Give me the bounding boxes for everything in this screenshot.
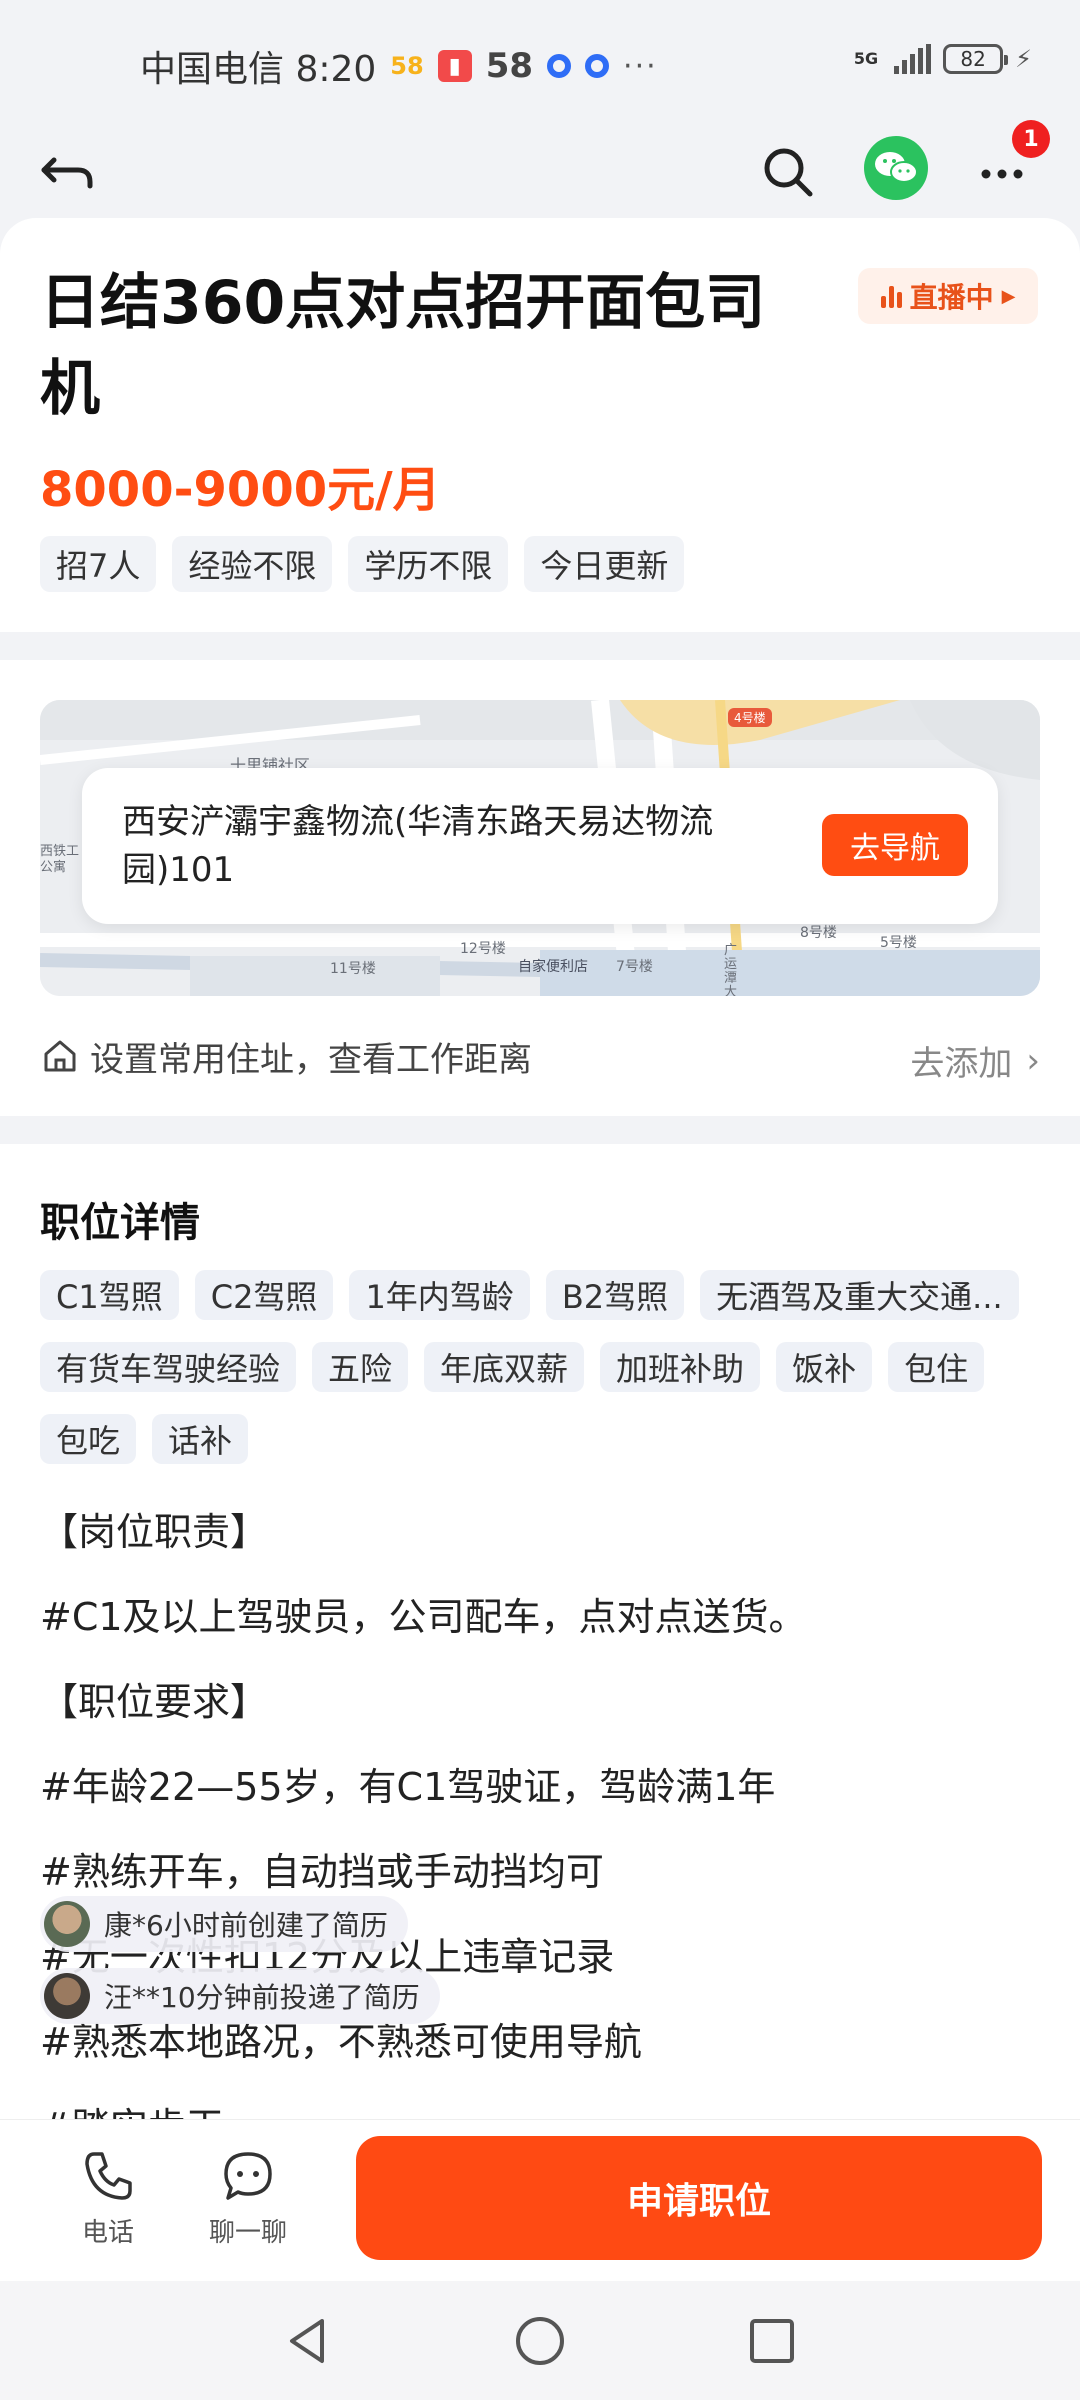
system-recents-icon[interactable] — [742, 2311, 802, 2371]
section-title: 职位详情 — [40, 1200, 200, 1246]
map-label: 5号楼 — [880, 935, 917, 951]
requirement-tag: C1驾照 — [40, 1270, 179, 1320]
system-home-icon[interactable] — [510, 2311, 570, 2371]
call-label: 电话 — [81, 2218, 134, 2248]
network-label: 5G — [853, 49, 879, 68]
map-label: 11号楼 — [330, 961, 376, 977]
chevron-right-icon: › — [1026, 1040, 1040, 1081]
map-label: 自家便利店 — [518, 959, 588, 975]
battery-level: 82 — [960, 47, 986, 71]
bottom-action-bar: 电话 聊一聊 申请职位 — [0, 2119, 1080, 2281]
home-prompt: 设置常用住址，查看工作距离 — [90, 1039, 532, 1080]
apply-button[interactable]: 申请职位 — [356, 2136, 1042, 2260]
requirement-tag: 加班补助 — [600, 1342, 761, 1392]
chat-label: 聊一聊 — [208, 2218, 287, 2248]
job-details-card: 职位详情 C1驾照 C2驾照 1年内驾龄 B2驾照 无酒驾及重大交通... 有货… — [0, 1144, 1080, 2119]
set-home-row[interactable]: 设置常用住址，查看工作距离 去添加 › — [40, 1026, 1040, 1086]
requirement-tag: C2驾照 — [194, 1270, 334, 1320]
requirement-tag: 包吃 — [40, 1414, 137, 1464]
more-dots-icon: ··· — [623, 48, 658, 84]
home-icon — [44, 1040, 76, 1072]
charging-icon: ⚡ — [1015, 45, 1032, 73]
requirement-tag: 话补 — [152, 1414, 249, 1464]
description-line: 【岗位职责】 — [40, 1510, 269, 1554]
book-app-icon: ▮ — [437, 50, 472, 82]
wechat-icon[interactable] — [864, 136, 928, 200]
description-line: #年龄22—55岁，有C1驾驶证，驾龄满1年 — [40, 1765, 776, 1809]
address-panel: 西安浐灞宇鑫物流(华清东路天易达物流园)101 去导航 — [82, 768, 998, 924]
job-tags: 招7人 经验不限 学历不限 今日更新 — [40, 536, 685, 592]
live-label: 直播中 — [909, 281, 994, 314]
chat-button[interactable]: 聊一聊 — [188, 2146, 308, 2249]
activity-notification: 康*6小时前创建了简历 — [40, 1896, 408, 1952]
system-back-icon[interactable] — [278, 2311, 338, 2371]
search-icon[interactable] — [756, 140, 820, 204]
top-nav: 1 — [0, 120, 1080, 218]
requirement-tag: B2驾照 — [545, 1270, 685, 1320]
status-bar: 中国电信 8:20 58 ▮ 58 ··· 5G 82 ⚡ — [0, 0, 1080, 128]
58-icon: 58 — [485, 46, 534, 86]
navigate-button[interactable]: 去导航 — [822, 814, 968, 876]
job-tag: 今日更新 — [524, 536, 685, 592]
description-line: #C1及以上驾驶员，公司配车，点对点送货。 — [40, 1595, 807, 1639]
job-tag: 经验不限 — [172, 536, 333, 592]
avatar — [44, 1973, 90, 2019]
job-tag: 学历不限 — [348, 536, 509, 592]
signal-icon — [894, 44, 932, 74]
map-label: 12号楼 — [460, 941, 506, 957]
description-line: #踏实肯干 — [40, 2085, 1040, 2119]
requirement-tag: 饭补 — [776, 1342, 873, 1392]
live-button[interactable]: 直播中 ▶ — [858, 268, 1038, 324]
map-label: 7号楼 — [616, 959, 653, 975]
description-line: 【职位要求】 — [40, 1680, 269, 1724]
location-card: 十里铺社区 4号楼 西铁工公寓 11号楼 12号楼 自家便利店 7号楼 广运潭大… — [0, 660, 1080, 1116]
carrier-time: 中国电信 8:20 — [140, 49, 377, 90]
notification-badge: 1 — [1012, 120, 1050, 158]
add-home-link[interactable]: 去添加 › — [910, 1036, 1040, 1085]
notification-text: 康*6小时前创建了简历 — [104, 1909, 388, 1942]
map-label: 4号楼 — [728, 708, 772, 727]
call-button[interactable]: 电话 — [48, 2146, 168, 2249]
map-label: 西铁工公寓 — [40, 844, 80, 875]
live-bars-icon — [880, 284, 902, 308]
add-label: 去添加 — [910, 1044, 1013, 1084]
58-app-icon: 58 — [390, 52, 424, 80]
requirement-tag: 年底双薪 — [424, 1342, 585, 1392]
job-title: 日结360点对点招开面包司机 — [40, 268, 766, 424]
avatar — [44, 1901, 90, 1947]
requirement-tag: 五险 — [312, 1342, 409, 1392]
system-nav-bar — [0, 2281, 1080, 2400]
salary: 8000-9000元/月 — [40, 462, 441, 518]
requirement-tags: C1驾照 C2驾照 1年内驾龄 B2驾照 无酒驾及重大交通... 有货车驾驶经验… — [40, 1270, 1050, 1464]
requirement-tag: 无酒驾及重大交通... — [700, 1270, 1019, 1320]
job-tag: 招7人 — [40, 536, 157, 592]
status-left: 中国电信 8:20 58 ▮ 58 ··· — [140, 40, 658, 92]
chat-icon — [224, 2152, 272, 2200]
chevron-right-icon: ▶ — [1001, 285, 1016, 307]
activity-notification: 汪**10分钟前投递了简历 — [40, 1968, 440, 2024]
map-label: 广运潭大道 — [724, 943, 738, 997]
phone-icon — [85, 2152, 132, 2200]
map[interactable]: 十里铺社区 4号楼 西铁工公寓 11号楼 12号楼 自家便利店 7号楼 广运潭大… — [40, 700, 1040, 996]
blue-circle-icon — [547, 54, 572, 78]
requirement-tag: 1年内驾龄 — [349, 1270, 530, 1320]
requirement-tag: 包住 — [888, 1342, 985, 1392]
blue-circle-icon — [585, 54, 610, 78]
notification-text: 汪**10分钟前投递了简历 — [104, 1981, 420, 2014]
requirement-tag: 有货车驾驶经验 — [40, 1342, 297, 1392]
map-label: 8号楼 — [800, 925, 837, 941]
battery-icon: 82 — [943, 44, 1009, 74]
job-description: 【岗位职责】 #C1及以上驾驶员，公司配车，点对点送货。 【职位要求】 #年龄2… — [40, 1490, 1040, 2119]
back-arrow-icon[interactable] — [36, 140, 100, 204]
address-text: 西安浐灞宇鑫物流(华清东路天易达物流园)101 — [122, 802, 714, 890]
job-header-card: 日结360点对点招开面包司机 直播中 ▶ 8000-9000元/月 招7人 经验… — [0, 218, 1080, 632]
status-right: 5G 82 ⚡ — [854, 44, 1032, 74]
